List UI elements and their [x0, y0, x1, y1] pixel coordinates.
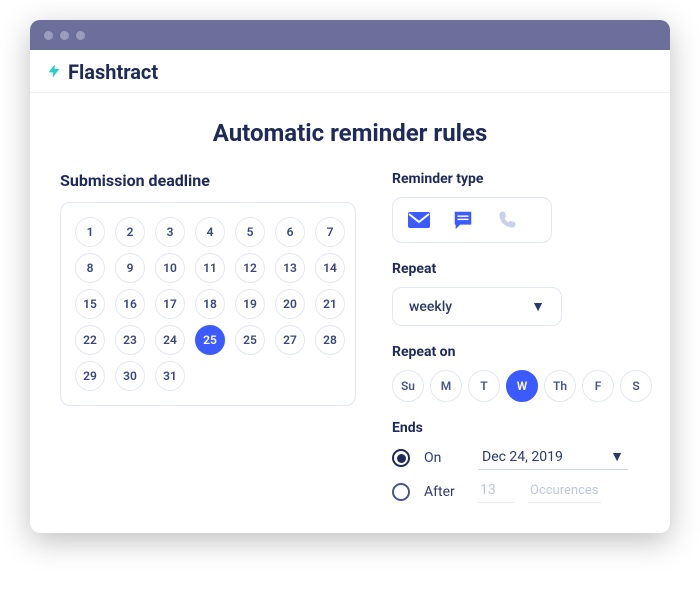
- calendar-day[interactable]: 30: [115, 361, 145, 391]
- brand-bar: Flashtract: [30, 50, 670, 93]
- calendar-day[interactable]: 22: [75, 325, 105, 355]
- ends-after-radio[interactable]: [392, 483, 410, 501]
- calendar-day[interactable]: 29: [75, 361, 105, 391]
- chevron-down-icon: ▼: [610, 448, 624, 465]
- repeat-day-chip[interactable]: S: [620, 370, 652, 402]
- calendar-day[interactable]: 9: [115, 253, 145, 283]
- columns: Submission deadline 12345678910111213141…: [60, 171, 640, 503]
- ends-on-radio[interactable]: [392, 449, 410, 467]
- app-window: Flashtract Automatic reminder rules Subm…: [30, 20, 670, 533]
- calendar-grid: 1234567891011121314151617181920212223242…: [75, 217, 341, 391]
- phone-icon[interactable]: [495, 208, 519, 232]
- calendar-day[interactable]: 31: [155, 361, 185, 391]
- repeat-day-chip[interactable]: T: [468, 370, 500, 402]
- ends-on-label: On: [424, 450, 464, 466]
- calendar-day[interactable]: 15: [75, 289, 105, 319]
- calendar-day[interactable]: 13: [275, 253, 305, 283]
- ends-on-row: On Dec 24, 2019 ▼: [392, 446, 652, 470]
- message-icon[interactable]: [451, 208, 475, 232]
- calendar-day[interactable]: 10: [155, 253, 185, 283]
- calendar-day[interactable]: 4: [195, 217, 225, 247]
- calendar-day[interactable]: 16: [115, 289, 145, 319]
- content: Automatic reminder rules Submission dead…: [30, 93, 670, 533]
- repeat-value: weekly: [409, 299, 452, 315]
- repeat-select[interactable]: weekly ▼: [392, 287, 562, 326]
- right-column: Reminder type Repeat weekly ▼: [392, 171, 652, 503]
- calendar: 1234567891011121314151617181920212223242…: [60, 202, 356, 406]
- ends-on-date: Dec 24, 2019: [482, 449, 563, 465]
- calendar-day[interactable]: 12: [235, 253, 265, 283]
- brand-name: Flashtract: [68, 60, 158, 84]
- calendar-day[interactable]: 1: [75, 217, 105, 247]
- calendar-day[interactable]: 17: [155, 289, 185, 319]
- repeat-day-chip[interactable]: Th: [544, 370, 576, 402]
- calendar-day[interactable]: 11: [195, 253, 225, 283]
- window-control-maximize[interactable]: [76, 31, 85, 40]
- calendar-day[interactable]: 2: [115, 217, 145, 247]
- ends-options: On Dec 24, 2019 ▼ After 13 Occurences: [392, 446, 652, 503]
- calendar-day[interactable]: 23: [115, 325, 145, 355]
- deadline-label: Submission deadline: [60, 171, 356, 190]
- calendar-day[interactable]: 28: [315, 325, 345, 355]
- calendar-day[interactable]: 19: [235, 289, 265, 319]
- calendar-day[interactable]: 6: [275, 217, 305, 247]
- calendar-day[interactable]: 25: [195, 325, 225, 355]
- repeat-day-chip[interactable]: F: [582, 370, 614, 402]
- calendar-day[interactable]: 14: [315, 253, 345, 283]
- ends-after-unit: Occurences: [528, 481, 601, 503]
- repeat-day-chip[interactable]: W: [506, 370, 538, 402]
- page-title: Automatic reminder rules: [60, 119, 640, 147]
- calendar-day[interactable]: 8: [75, 253, 105, 283]
- repeat-on-days: SuMTWThFS: [392, 370, 652, 402]
- window-control-minimize[interactable]: [60, 31, 69, 40]
- reminder-type-group: [392, 197, 552, 243]
- calendar-day[interactable]: 21: [315, 289, 345, 319]
- repeat-day-chip[interactable]: Su: [392, 370, 424, 402]
- brand-bolt-icon: [46, 61, 62, 84]
- ends-after-row: After 13 Occurences: [392, 480, 652, 503]
- calendar-day[interactable]: 27: [275, 325, 305, 355]
- chevron-down-icon: ▼: [531, 298, 545, 315]
- repeat-label: Repeat: [392, 261, 652, 277]
- calendar-day[interactable]: 24: [155, 325, 185, 355]
- ends-after-label: After: [424, 484, 464, 500]
- calendar-day[interactable]: 5: [235, 217, 265, 247]
- ends-on-date-select[interactable]: Dec 24, 2019 ▼: [478, 446, 628, 470]
- repeat-on-label: Repeat on: [392, 344, 652, 360]
- calendar-day[interactable]: 20: [275, 289, 305, 319]
- calendar-day[interactable]: 3: [155, 217, 185, 247]
- calendar-day[interactable]: 18: [195, 289, 225, 319]
- calendar-day[interactable]: 25: [235, 325, 265, 355]
- window-control-close[interactable]: [44, 31, 53, 40]
- reminder-type-label: Reminder type: [392, 171, 652, 187]
- repeat-day-chip[interactable]: M: [430, 370, 462, 402]
- calendar-day[interactable]: 7: [315, 217, 345, 247]
- ends-after-input[interactable]: 13: [478, 480, 514, 503]
- left-column: Submission deadline 12345678910111213141…: [60, 171, 356, 503]
- window-titlebar: [30, 20, 670, 50]
- ends-label: Ends: [392, 420, 652, 436]
- email-icon[interactable]: [407, 208, 431, 232]
